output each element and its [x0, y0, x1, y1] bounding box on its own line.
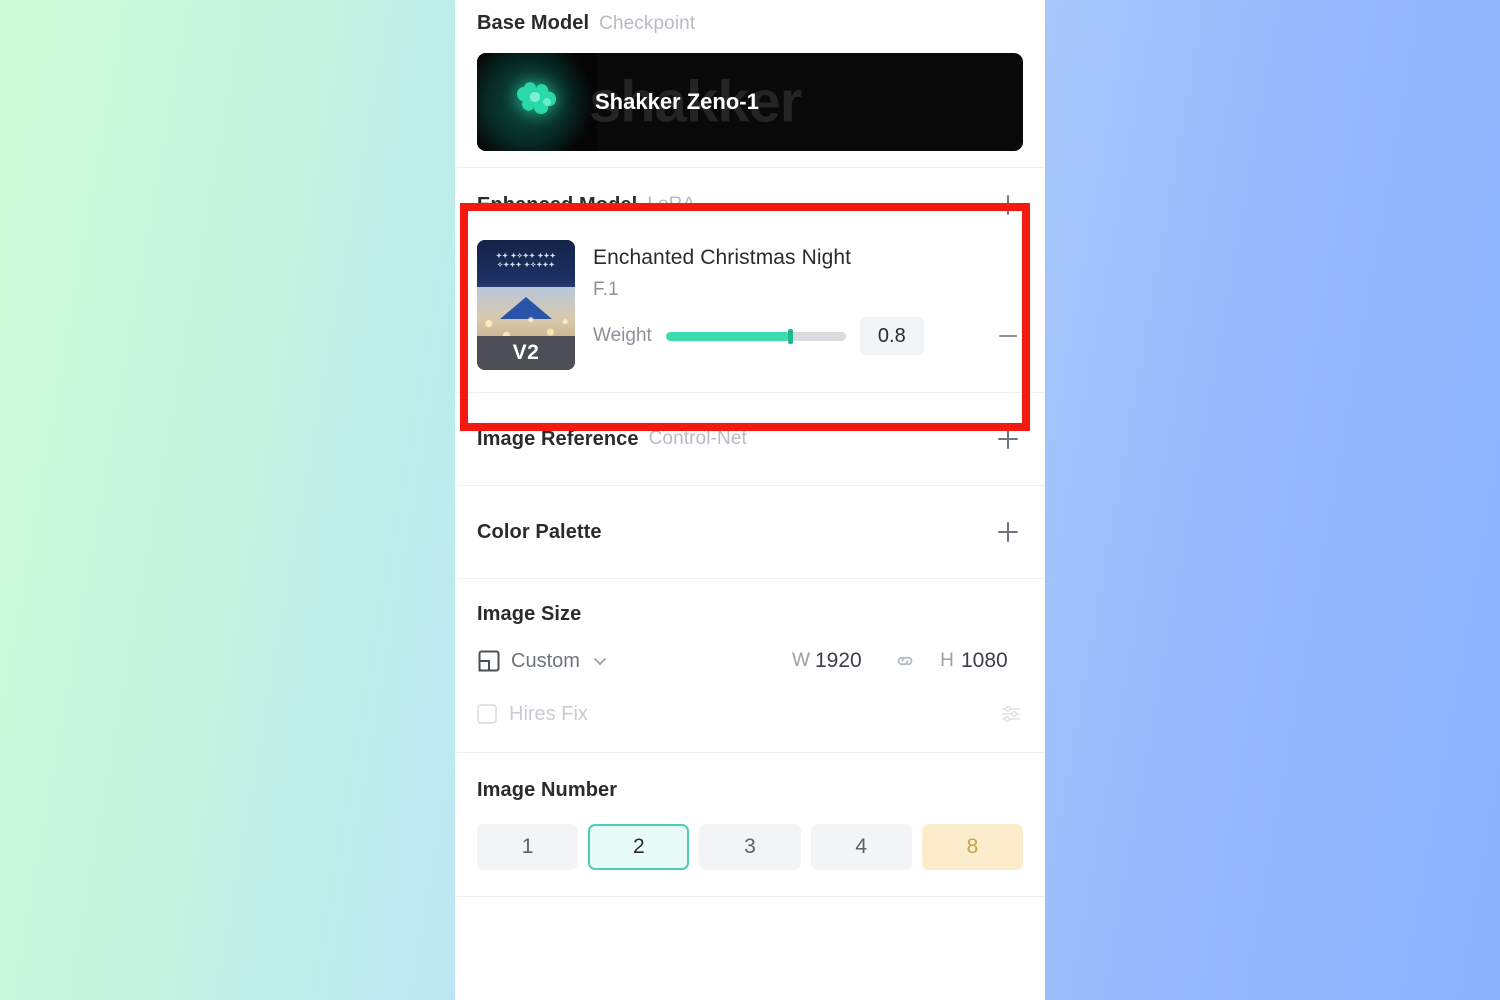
generation-settings-panel: Base Model Checkpoint shakker Shakker Ze…	[455, 0, 1045, 1000]
image-number-option-4[interactable]: 4	[810, 824, 912, 870]
image-number-option-2[interactable]: 2	[588, 824, 690, 870]
weight-slider[interactable]	[665, 328, 846, 344]
base-model-subtitle: Checkpoint	[599, 12, 696, 34]
add-image-reference-button[interactable]	[993, 424, 1023, 454]
hires-fix-settings-button[interactable]	[999, 702, 1023, 726]
base-model-card[interactable]: shakker Shakker Zeno-1	[477, 53, 1023, 151]
aspect-ratio-icon	[478, 650, 500, 672]
image-size-title: Image Size	[477, 603, 582, 625]
image-reference-subtitle: Control-Net	[648, 428, 747, 449]
minus-icon	[999, 335, 1017, 337]
plus-icon	[998, 522, 1018, 542]
thumbnail-caption: ✦✦ ✦✧✦✦ ✦✦✦ ✧✦✦✦ ✦✧✦✦✦	[496, 253, 556, 269]
enhanced-model-section: Enhanced Model LoRA ✦✦ ✦✧✦✦ ✦✦✦ ✧✦✦✦ ✦✧✦✦…	[455, 168, 1045, 392]
image-number-header: Image Number	[477, 779, 1023, 802]
weight-slider-fill	[665, 331, 790, 341]
link-chain-icon	[897, 656, 913, 666]
remove-lora-button[interactable]	[993, 321, 1023, 351]
enhanced-model-subtitle: LoRA	[647, 194, 696, 215]
plus-icon	[998, 195, 1018, 215]
height-input[interactable]: 1080	[961, 649, 1023, 673]
image-number-option-1[interactable]: 1	[477, 824, 579, 870]
lora-version-label: V2	[512, 341, 540, 365]
image-reference-title: Image Reference	[477, 427, 639, 450]
dimension-inputs: W 1920 H 1080	[787, 648, 1023, 674]
width-input[interactable]: 1920	[815, 649, 877, 673]
lora-version-badge: V2	[477, 336, 575, 370]
aspect-lock-toggle[interactable]	[877, 648, 933, 674]
lora-thumbnail[interactable]: ✦✦ ✦✧✦✦ ✦✦✦ ✧✦✦✦ ✦✧✦✦✦ V2	[477, 240, 575, 370]
aspect-ratio-dropdown[interactable]: Custom	[477, 649, 610, 673]
color-palette-section[interactable]: Color Palette	[455, 486, 1045, 578]
sliders-icon	[1002, 705, 1020, 723]
color-palette-title: Color Palette	[477, 520, 602, 543]
height-label: H	[940, 650, 954, 671]
enhanced-model-header: Enhanced Model LoRA	[477, 190, 1023, 220]
image-reference-header: Image Reference Control-Net	[477, 424, 1023, 454]
base-model-header: Base Model Checkpoint	[477, 12, 1023, 35]
base-model-title: Base Model	[477, 12, 590, 34]
image-size-controls: Custom W 1920 H 1080	[477, 648, 1023, 674]
image-reference-section[interactable]: Image Reference Control-Net	[455, 393, 1045, 485]
lora-weight-row: Weight 0.8	[593, 317, 1023, 355]
lora-item[interactable]: ✦✦ ✦✧✦✦ ✦✦✦ ✧✦✦✦ ✦✧✦✦✦ V2 Enchanted Chris…	[477, 240, 1023, 370]
weight-slider-handle[interactable]	[787, 328, 793, 344]
plus-icon	[998, 429, 1018, 449]
shakker-logo-icon	[477, 53, 597, 151]
image-size-section: Image Size Custom W 1920 H 1080 Hires Fi…	[455, 579, 1045, 752]
divider	[455, 896, 1045, 897]
chevron-down-icon	[594, 658, 606, 665]
lora-name: Enchanted Christmas Night	[593, 246, 852, 269]
color-palette-header: Color Palette	[477, 517, 1023, 547]
image-number-option-3[interactable]: 3	[699, 824, 801, 870]
aspect-ratio-label: Custom	[511, 649, 580, 672]
screenshot-stage: Base Model Checkpoint shakker Shakker Ze…	[0, 0, 1500, 1000]
hires-fix-checkbox[interactable]	[477, 704, 497, 724]
lora-base-model: F.1	[593, 279, 619, 300]
width-label: W	[792, 650, 810, 671]
add-color-palette-button[interactable]	[993, 517, 1023, 547]
lora-details: Enchanted Christmas Night F.1 Weight 0.8	[593, 240, 1023, 370]
hires-fix-label: Hires Fix	[509, 702, 588, 725]
base-model-name: Shakker Zeno-1	[595, 89, 759, 114]
add-lora-button[interactable]	[993, 190, 1023, 220]
weight-value-input[interactable]: 0.8	[859, 317, 924, 355]
image-number-options: 1 2 3 4 8	[477, 824, 1024, 870]
image-size-header: Image Size	[477, 603, 1023, 626]
enhanced-model-title: Enhanced Model	[477, 193, 638, 216]
hires-fix-row[interactable]: Hires Fix	[477, 702, 1023, 726]
weight-label: Weight	[593, 325, 652, 346]
image-number-option-8[interactable]: 8	[921, 824, 1024, 870]
base-model-section: Base Model Checkpoint shakker Shakker Ze…	[455, 0, 1045, 167]
image-number-title: Image Number	[477, 779, 618, 801]
image-number-section: Image Number 1 2 3 4 8	[455, 753, 1045, 896]
